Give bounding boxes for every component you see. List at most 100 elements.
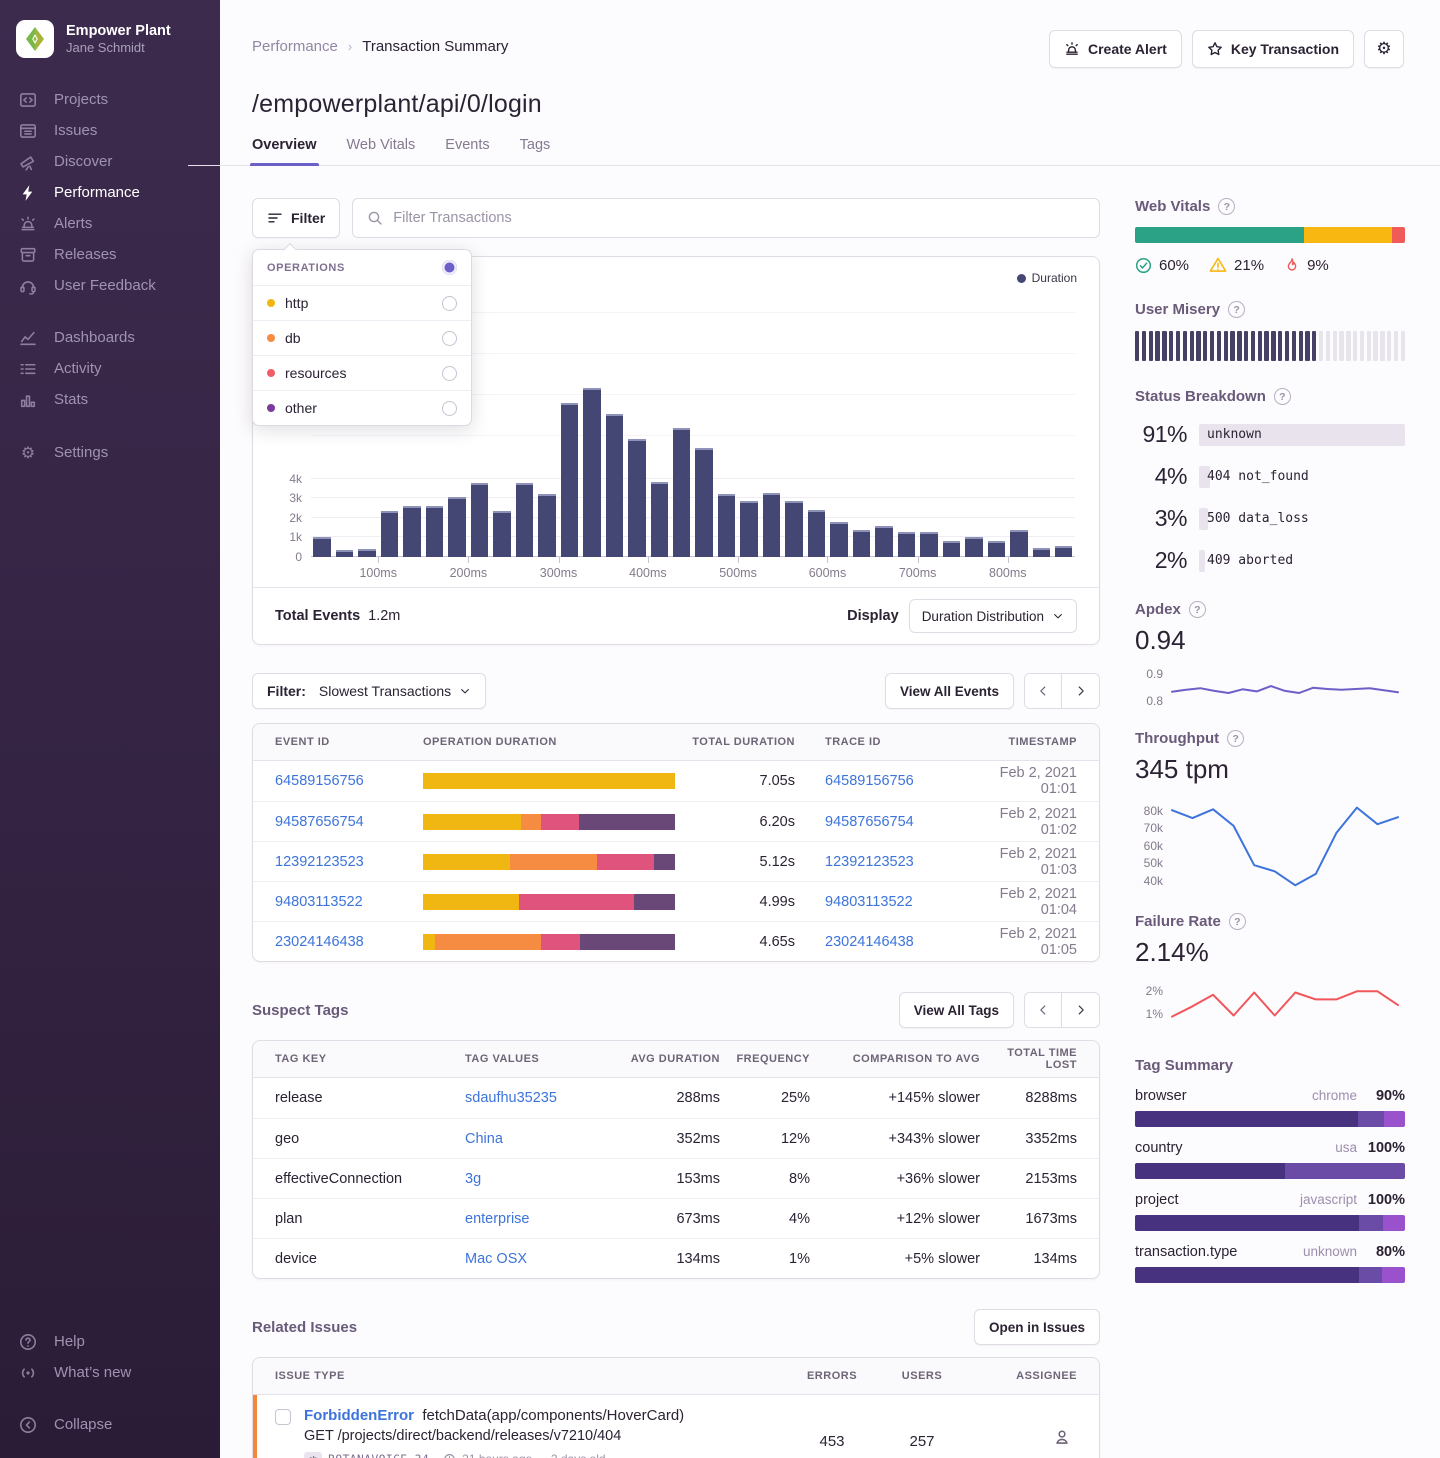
status-row: 91% unknown: [1135, 421, 1405, 448]
question-icon[interactable]: ?: [1189, 601, 1206, 618]
resources-radio[interactable]: [442, 366, 457, 381]
create-alert-button[interactable]: Create Alert: [1049, 30, 1182, 68]
suspect-tag-row: effectiveConnection 3g 153ms 8% +36% slo…: [253, 1158, 1099, 1198]
trace-id-link[interactable]: 94587656754: [825, 814, 975, 830]
sidebar-item-settings[interactable]: ⚙Settings: [0, 437, 220, 468]
sidebar-item-issues[interactable]: Issues: [0, 115, 220, 146]
key-transaction-button[interactable]: Key Transaction: [1192, 30, 1354, 68]
status-pct: 2%: [1135, 547, 1187, 574]
assignee-icon[interactable]: [1053, 1428, 1071, 1446]
display-select[interactable]: Duration Distribution: [909, 599, 1077, 633]
sidebar-item-user-feedback[interactable]: User Feedback: [0, 270, 220, 301]
sidebar-item-help[interactable]: Help: [0, 1326, 220, 1357]
suspect-tags-table: TAG KEYTAG VALUESAVG DURATIONFREQUENCYCO…: [252, 1040, 1100, 1279]
question-icon[interactable]: ?: [1228, 301, 1245, 318]
star-icon: [1207, 41, 1223, 57]
question-icon[interactable]: ?: [1218, 198, 1235, 215]
tag-value-link[interactable]: China: [465, 1131, 615, 1147]
sidebar-item-activity[interactable]: Activity: [0, 353, 220, 384]
operation-option-resources[interactable]: resources: [253, 355, 471, 390]
status-label: 409 aborted: [1199, 553, 1293, 568]
http-radio[interactable]: [442, 296, 457, 311]
question-icon[interactable]: ?: [1229, 913, 1246, 930]
trace-id-link[interactable]: 23024146438: [825, 934, 975, 950]
view-all-tags-button[interactable]: View All Tags: [899, 992, 1014, 1028]
operation-option-other[interactable]: other: [253, 390, 471, 425]
misery-segment: [1394, 331, 1398, 361]
chart-legend[interactable]: Duration: [1017, 271, 1077, 285]
event-id-link[interactable]: 64589156756: [275, 773, 423, 789]
event-id-link[interactable]: 23024146438: [275, 934, 423, 950]
op-duration-segment-pink: [597, 854, 654, 870]
filter-button[interactable]: Filter: [252, 198, 340, 238]
breadcrumb-performance[interactable]: Performance: [252, 38, 338, 55]
op-duration-segment-pink: [519, 894, 634, 910]
events-filter-select[interactable]: Filter: Slowest Transactions: [252, 673, 486, 709]
tag-summary-key: project: [1135, 1192, 1179, 1208]
tag-value-link[interactable]: Mac OSX: [465, 1251, 615, 1267]
tab-events[interactable]: Events: [445, 137, 489, 165]
histogram-bar: [965, 537, 982, 557]
question-icon[interactable]: ?: [1227, 730, 1244, 747]
op-duration-segment-yellow: [423, 814, 521, 830]
sidebar-item-projects[interactable]: Projects: [0, 84, 220, 115]
tag-value-link[interactable]: sdaufhu35235: [465, 1090, 615, 1106]
trace-id-link[interactable]: 94803113522: [825, 894, 975, 910]
sidebar-item-what-s-new[interactable]: What’s new: [0, 1357, 220, 1388]
open-in-issues-button[interactable]: Open in Issues: [974, 1309, 1100, 1345]
tab-tags[interactable]: Tags: [520, 137, 551, 165]
question-icon[interactable]: ?: [1274, 388, 1291, 405]
histogram-bar: [381, 511, 398, 557]
project-badge[interactable]: </> BOTANAVOICE-34: [304, 1452, 429, 1458]
status-label: 500 data_loss: [1199, 511, 1309, 526]
view-all-events-button[interactable]: View All Events: [885, 673, 1014, 709]
operations-header: OPERATIONS: [267, 262, 345, 274]
issue-detail: GET /projects/direct/backend/releases/v7…: [304, 1428, 684, 1444]
sidebar-item-dashboards[interactable]: Dashboards: [0, 322, 220, 353]
sidebar-item-discover[interactable]: Discover: [0, 146, 220, 177]
tab-overview[interactable]: Overview: [252, 137, 317, 165]
suspect-tag-row: geo China 352ms 12% +343% slower 3352ms: [253, 1118, 1099, 1158]
transaction-settings-button[interactable]: ⚙: [1364, 30, 1404, 68]
op-duration-segment-yellow: [423, 773, 675, 789]
events-pager-next-button[interactable]: [1062, 674, 1099, 708]
sidebar-item-alerts[interactable]: Alerts: [0, 208, 220, 239]
event-id-link[interactable]: 94587656754: [275, 814, 423, 830]
sidebar-item-performance[interactable]: Performance: [0, 177, 220, 208]
tags-pager-next-button[interactable]: [1062, 993, 1099, 1027]
sidebar-item-stats[interactable]: Stats: [0, 384, 220, 415]
trace-id-link[interactable]: 12392123523: [825, 854, 975, 870]
sidebar-item-collapse[interactable]: Collapse: [0, 1409, 220, 1440]
chevron-down-icon: [459, 685, 471, 697]
operation-option-db[interactable]: db: [253, 320, 471, 355]
tags-pager-prev-button[interactable]: [1025, 993, 1062, 1027]
tag-value-link[interactable]: 3g: [465, 1171, 615, 1187]
org-switcher[interactable]: Empower Plant Jane Schmidt: [0, 16, 220, 84]
search-input[interactable]: [393, 210, 1085, 226]
trace-id-link[interactable]: 64589156756: [825, 773, 975, 789]
filter-icon: [267, 210, 283, 226]
operations-all-radio[interactable]: [442, 260, 457, 275]
db-radio[interactable]: [442, 331, 457, 346]
histogram-bar: [448, 497, 465, 557]
histogram-bar: [763, 493, 780, 557]
misery-segment: [1149, 331, 1153, 361]
event-timestamp: Feb 2, 2021 01:03: [975, 846, 1077, 878]
tag-summary-value: chrome: [1312, 1088, 1357, 1103]
issues-icon: [19, 122, 37, 140]
event-id-link[interactable]: 94803113522: [275, 894, 423, 910]
issue-type-link[interactable]: ForbiddenError: [304, 1407, 414, 1424]
histogram-bar: [920, 532, 937, 557]
other-radio[interactable]: [442, 401, 457, 416]
tag-value-link[interactable]: enterprise: [465, 1211, 615, 1227]
events-pager-prev-button[interactable]: [1025, 674, 1062, 708]
issue-checkbox[interactable]: [275, 1409, 291, 1425]
op-duration-segment-purple: [579, 814, 675, 830]
operation-option-http[interactable]: http: [253, 285, 471, 320]
sidebar-item-releases[interactable]: Releases: [0, 239, 220, 270]
event-id-link[interactable]: 12392123523: [275, 854, 423, 870]
misery-segment: [1224, 331, 1228, 361]
breadcrumb-separator-icon: ›: [348, 39, 352, 54]
tab-web-vitals[interactable]: Web Vitals: [347, 137, 416, 165]
histogram-bar: [875, 526, 892, 557]
